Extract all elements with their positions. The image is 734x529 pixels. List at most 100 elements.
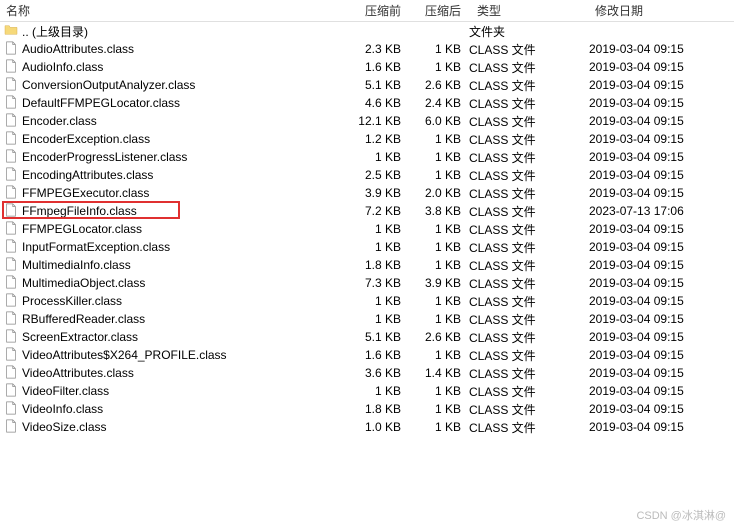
table-row[interactable]: VideoAttributes$X264_PROFILE.class1.6 KB… xyxy=(0,346,734,364)
size-after: 1 KB xyxy=(405,240,465,254)
size-before: 1.8 KB xyxy=(340,402,405,416)
header-after[interactable]: 压缩后 xyxy=(405,0,465,21)
size-before: 4.6 KB xyxy=(340,96,405,110)
table-row[interactable]: VideoAttributes.class3.6 KB1.4 KBCLASS 文… xyxy=(0,364,734,382)
size-after: 1 KB xyxy=(405,258,465,272)
modified-date: 2019-03-04 09:15 xyxy=(585,96,725,110)
table-row[interactable]: DefaultFFMPEGLocator.class4.6 KB2.4 KBCL… xyxy=(0,94,734,112)
modified-date: 2019-03-04 09:15 xyxy=(585,222,725,236)
file-name: EncodingAttributes.class xyxy=(22,168,153,182)
table-row[interactable]: EncodingAttributes.class2.5 KB1 KBCLASS … xyxy=(0,166,734,184)
file-icon xyxy=(4,275,18,292)
table-row[interactable]: FFMPEGLocator.class1 KB1 KBCLASS 文件2019-… xyxy=(0,220,734,238)
table-row[interactable]: ScreenExtractor.class5.1 KB2.6 KBCLASS 文… xyxy=(0,328,734,346)
file-name: RBufferedReader.class xyxy=(22,312,145,326)
size-after: 1 KB xyxy=(405,294,465,308)
table-row[interactable]: Encoder.class12.1 KB6.0 KBCLASS 文件2019-0… xyxy=(0,112,734,130)
file-type: CLASS 文件 xyxy=(465,59,585,76)
size-after: 1.4 KB xyxy=(405,366,465,380)
name-cell: Encoder.class xyxy=(0,113,340,130)
table-row[interactable]: EncoderProgressListener.class1 KB1 KBCLA… xyxy=(0,148,734,166)
file-type: CLASS 文件 xyxy=(465,95,585,112)
file-type: CLASS 文件 xyxy=(465,113,585,130)
file-name: VideoAttributes.class xyxy=(22,366,134,380)
file-name: EncoderProgressListener.class xyxy=(22,150,187,164)
size-after: 1 KB xyxy=(405,384,465,398)
size-after: 2.0 KB xyxy=(405,186,465,200)
modified-date: 2019-03-04 09:15 xyxy=(585,384,725,398)
size-before: 1.2 KB xyxy=(340,132,405,146)
size-before: 7.3 KB xyxy=(340,276,405,290)
name-cell: EncoderException.class xyxy=(0,131,340,148)
table-row[interactable]: FFMPEGExecutor.class3.9 KB2.0 KBCLASS 文件… xyxy=(0,184,734,202)
file-name: AudioInfo.class xyxy=(22,60,103,74)
table-row[interactable]: ConversionOutputAnalyzer.class5.1 KB2.6 … xyxy=(0,76,734,94)
table-row[interactable]: .. (上级目录)文件夹 xyxy=(0,22,734,40)
size-before: 1 KB xyxy=(340,222,405,236)
size-before: 5.1 KB xyxy=(340,78,405,92)
modified-date: 2019-03-04 09:15 xyxy=(585,348,725,362)
name-cell: FFmpegFileInfo.class xyxy=(0,203,340,220)
table-row[interactable]: VideoSize.class1.0 KB1 KBCLASS 文件2019-03… xyxy=(0,418,734,436)
table-row[interactable]: FFmpegFileInfo.class7.2 KB3.8 KBCLASS 文件… xyxy=(0,202,734,220)
file-name: VideoFilter.class xyxy=(22,384,109,398)
modified-date: 2019-03-04 09:15 xyxy=(585,78,725,92)
size-before: 1 KB xyxy=(340,150,405,164)
modified-date: 2019-03-04 09:15 xyxy=(585,42,725,56)
file-icon xyxy=(4,383,18,400)
file-type: CLASS 文件 xyxy=(465,401,585,418)
file-type: CLASS 文件 xyxy=(465,311,585,328)
header-before[interactable]: 压缩前 xyxy=(340,0,405,21)
file-type: CLASS 文件 xyxy=(465,293,585,310)
table-row[interactable]: RBufferedReader.class1 KB1 KBCLASS 文件201… xyxy=(0,310,734,328)
size-before: 2.3 KB xyxy=(340,42,405,56)
file-type: CLASS 文件 xyxy=(465,347,585,364)
header-type[interactable]: 类型 xyxy=(465,0,585,21)
modified-date: 2019-03-04 09:15 xyxy=(585,366,725,380)
size-after: 1 KB xyxy=(405,312,465,326)
size-after: 2.6 KB xyxy=(405,330,465,344)
modified-date: 2019-03-04 09:15 xyxy=(585,276,725,290)
file-icon xyxy=(4,149,18,166)
file-name: ProcessKiller.class xyxy=(22,294,122,308)
file-name: FFmpegFileInfo.class xyxy=(22,204,137,218)
table-row[interactable]: EncoderException.class1.2 KB1 KBCLASS 文件… xyxy=(0,130,734,148)
name-cell: VideoFilter.class xyxy=(0,383,340,400)
table-row[interactable]: InputFormatException.class1 KB1 KBCLASS … xyxy=(0,238,734,256)
file-icon xyxy=(4,257,18,274)
modified-date: 2019-03-04 09:15 xyxy=(585,294,725,308)
file-name: EncoderException.class xyxy=(22,132,150,146)
file-icon xyxy=(4,365,18,382)
table-row[interactable]: AudioInfo.class1.6 KB1 KBCLASS 文件2019-03… xyxy=(0,58,734,76)
modified-date: 2019-03-04 09:15 xyxy=(585,240,725,254)
file-name: InputFormatException.class xyxy=(22,240,170,254)
table-row[interactable]: MultimediaObject.class7.3 KB3.9 KBCLASS … xyxy=(0,274,734,292)
name-cell: VideoAttributes.class xyxy=(0,365,340,382)
name-cell: ProcessKiller.class xyxy=(0,293,340,310)
table-row[interactable]: VideoInfo.class1.8 KB1 KBCLASS 文件2019-03… xyxy=(0,400,734,418)
file-icon xyxy=(4,239,18,256)
header-name[interactable]: 名称 xyxy=(0,0,340,21)
file-icon xyxy=(4,185,18,202)
table-row[interactable]: ProcessKiller.class1 KB1 KBCLASS 文件2019-… xyxy=(0,292,734,310)
file-type: CLASS 文件 xyxy=(465,203,585,220)
size-after: 3.9 KB xyxy=(405,276,465,290)
file-icon xyxy=(4,329,18,346)
table-body: .. (上级目录)文件夹AudioAttributes.class2.3 KB1… xyxy=(0,22,734,436)
size-after: 1 KB xyxy=(405,168,465,182)
folder-icon xyxy=(4,24,18,39)
modified-date: 2019-03-04 09:15 xyxy=(585,312,725,326)
size-after: 1 KB xyxy=(405,132,465,146)
modified-date: 2019-03-04 09:15 xyxy=(585,114,725,128)
size-before: 1 KB xyxy=(340,384,405,398)
table-row[interactable]: AudioAttributes.class2.3 KB1 KBCLASS 文件2… xyxy=(0,40,734,58)
size-before: 1.0 KB xyxy=(340,420,405,434)
file-type: CLASS 文件 xyxy=(465,329,585,346)
modified-date: 2019-03-04 09:15 xyxy=(585,168,725,182)
table-row[interactable]: VideoFilter.class1 KB1 KBCLASS 文件2019-03… xyxy=(0,382,734,400)
name-cell: DefaultFFMPEGLocator.class xyxy=(0,95,340,112)
table-row[interactable]: MultimediaInfo.class1.8 KB1 KBCLASS 文件20… xyxy=(0,256,734,274)
header-date[interactable]: 修改日期 xyxy=(585,0,725,21)
file-icon xyxy=(4,95,18,112)
file-type: CLASS 文件 xyxy=(465,257,585,274)
